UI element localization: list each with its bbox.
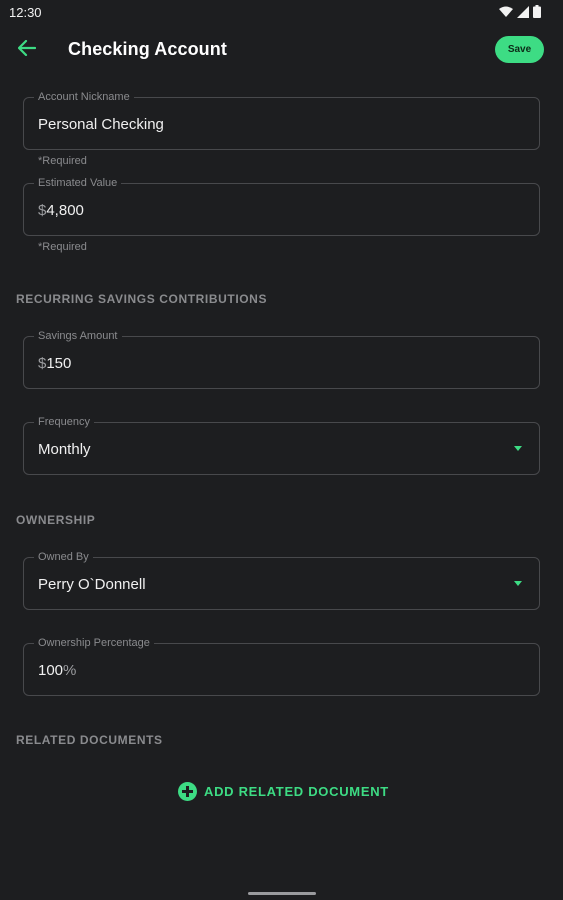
frequency-label: Frequency	[34, 416, 94, 429]
estimated-value-helper: *Required	[38, 241, 87, 253]
savings-amount-value: 150	[46, 355, 72, 372]
status-bar: 12:30	[0, 0, 563, 24]
estimated-value-display: $4,800	[38, 202, 84, 220]
add-related-document-label: ADD RELATED DOCUMENT	[204, 784, 389, 799]
account-nickname-helper: *Required	[38, 155, 87, 167]
ownership-percentage-display: 100%	[38, 662, 76, 680]
frequency-dropdown[interactable]: Frequency Monthly	[23, 416, 540, 475]
savings-amount-label: Savings Amount	[34, 330, 122, 343]
section-ownership: OWNERSHIP	[16, 513, 96, 527]
savings-amount-display: $150	[38, 355, 71, 373]
estimated-value-value: 4,800	[46, 202, 84, 219]
add-related-document-button[interactable]: ADD RELATED DOCUMENT	[178, 782, 389, 801]
estimated-value-field[interactable]: Estimated Value $4,800	[23, 177, 540, 236]
signal-icon	[517, 5, 529, 23]
frequency-value: Monthly	[38, 441, 91, 458]
section-related-documents: RELATED DOCUMENTS	[16, 733, 163, 747]
back-button[interactable]	[14, 37, 40, 63]
app-bar: Checking Account Save	[0, 28, 563, 72]
ownership-percentage-label: Ownership Percentage	[34, 637, 154, 650]
dropdown-arrow-icon	[514, 446, 522, 451]
arrow-back-icon	[17, 39, 37, 61]
home-indicator[interactable]	[248, 892, 316, 895]
percent-suffix: %	[63, 662, 77, 679]
estimated-value-label: Estimated Value	[34, 177, 122, 190]
ownership-percentage-field[interactable]: Ownership Percentage 100%	[23, 637, 540, 696]
wifi-icon	[499, 5, 513, 23]
section-recurring-savings: RECURRING SAVINGS CONTRIBUTIONS	[16, 292, 268, 306]
status-icons	[499, 5, 541, 23]
owned-by-label: Owned By	[34, 551, 93, 564]
save-button[interactable]: Save	[495, 36, 544, 63]
savings-amount-field[interactable]: Savings Amount $150	[23, 330, 540, 389]
ownership-percentage-value: 100	[38, 662, 64, 679]
add-circle-icon	[178, 782, 197, 801]
owned-by-value: Perry O`Donnell	[38, 576, 146, 593]
owned-by-dropdown[interactable]: Owned By Perry O`Donnell	[23, 551, 540, 610]
dropdown-arrow-icon	[514, 581, 522, 586]
page-title: Checking Account	[68, 39, 227, 59]
account-nickname-label: Account Nickname	[34, 91, 134, 104]
account-nickname-field[interactable]: Account Nickname Personal Checking	[23, 91, 540, 150]
battery-icon	[533, 5, 541, 23]
account-nickname-value: Personal Checking	[38, 116, 164, 133]
status-time: 12:30	[9, 5, 42, 20]
